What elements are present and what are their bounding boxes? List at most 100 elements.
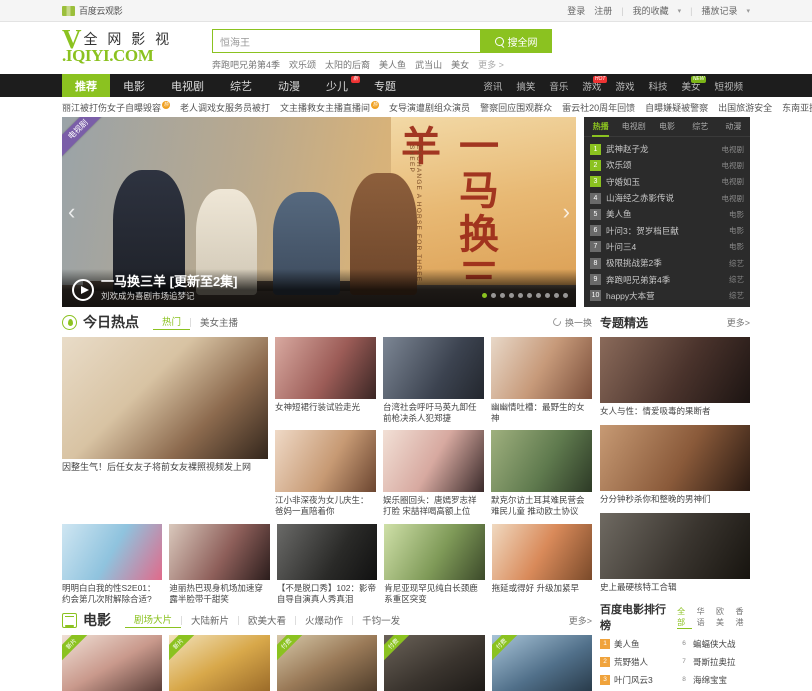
rank-item[interactable]: 2 欢乐颂 电视剧 [590,157,744,173]
baidu-rank-item[interactable]: 8 海绵宝宝 [679,671,750,689]
hero-dot[interactable] [527,293,532,298]
movie-poster-card[interactable]: 新片 [62,635,163,691]
movie-tab-action[interactable]: 火爆动作 [296,613,352,627]
rank-item[interactable]: 9 奔跑吧兄弟第4季 综艺 [590,271,744,287]
rank-item[interactable]: 1 武神赵子龙 电视剧 [590,141,744,157]
favorites-link[interactable]: 我的收藏 [633,4,669,17]
nav-item-tech[interactable]: 科技 [641,74,674,97]
hot-card[interactable]: 迪丽热巴现身机场加速穿 露半脸带千甜笑 [169,524,270,605]
brand-mini[interactable]: 百度云观影 [62,4,123,17]
hero-banner[interactable]: 一马换三羊 EXCHANGE A HORSE FOR THREE SHEEP 电… [62,117,576,307]
hero-dot[interactable] [482,293,487,298]
hero-dot[interactable] [536,293,541,298]
rank-tab-hot[interactable]: 热播 [584,117,617,137]
nav-item-shortvideo[interactable]: 短视频 [707,74,750,97]
movie-more[interactable]: 更多> [569,614,592,627]
baidu-tab-hk[interactable]: 香港 [736,606,750,629]
hotword[interactable]: 欢乐颂 [289,58,316,71]
rank-tab-anime[interactable]: 动漫 [717,117,750,136]
movie-tab-western[interactable]: 欧美大看 [239,613,295,627]
register-link[interactable]: 注册 [594,4,612,17]
topics-more[interactable]: 更多> [727,316,750,329]
history-link[interactable]: 播放记录 [701,4,737,17]
baidu-rank-item[interactable]: 1 美人鱼 [600,635,671,653]
hotword[interactable]: 美女 [451,58,469,71]
baidu-rank-item[interactable]: 2 荒野猎人 [600,653,671,671]
baidu-tab-all[interactable]: 全部 [677,606,692,629]
hotword[interactable]: 美人鱼 [379,58,406,71]
topic-card[interactable]: 分分钟秒杀你和整晚的男神们 [600,425,750,505]
nav-item-tv[interactable]: 电视剧 [158,74,217,97]
login-link[interactable]: 登录 [567,4,585,17]
hot-refresh[interactable]: 换一换 [551,316,592,329]
hot-featured-card[interactable]: 因整生气！后任女友子将前女友裸照视频发上网 [62,337,268,517]
hero-dot[interactable] [491,293,496,298]
movie-tab-thriller[interactable]: 千钧一发 [353,613,409,627]
baidu-rank-item[interactable]: 7 哥斯拉奥拉 [679,653,750,671]
hot-card[interactable]: 娱乐圈回头：唐嫣罗志祥打脸 宋喆祥喝高额上位 [383,430,484,517]
rank-item[interactable]: 10 happy大本营 综艺 [590,288,744,304]
hot-card[interactable]: 台湾社会呼吁马英九卸任前枪决杀人犯郑捷 [383,337,484,424]
hot-tab-popular[interactable]: 热门 [153,314,191,330]
baidu-tab-western[interactable]: 欧美 [716,606,730,629]
hero-pagination-dots[interactable] [482,293,568,298]
movie-tab-blockbuster[interactable]: 剧场大片 [125,612,182,628]
rank-item[interactable]: 8 极限挑战第2季 综艺 [590,255,744,271]
nav-item-kids[interactable]: 少儿 新 [313,74,361,97]
hero-dot[interactable] [518,293,523,298]
ticker-item[interactable]: 女导演遭剧组众演员 [389,101,470,114]
rank-item[interactable]: 7 叶问三4 电影 [590,239,744,255]
rank-tab-tv[interactable]: 电视剧 [617,117,650,136]
movie-poster-card[interactable]: 新片 [169,635,270,691]
hot-card[interactable]: 肯尼亚现罕见纯白长颈鹿 系重区突变 [384,524,485,605]
ticker-item[interactable]: 雷云社20周年回馈 [562,101,635,114]
search-input[interactable] [212,29,480,53]
rank-item[interactable]: 5 美人鱼 电影 [590,206,744,222]
hotword[interactable]: 太阳的后裔 [325,58,370,71]
hero-dot[interactable] [545,293,550,298]
hot-tab-anchors[interactable]: 美女主播 [191,315,247,329]
nav-item-beauty[interactable]: 美女 NEW [674,74,707,97]
nav-item-game-hot[interactable]: 游戏 HOT [575,74,608,97]
hero-next-arrow[interactable]: › [563,199,570,225]
hotword[interactable]: 武当山 [415,58,442,71]
nav-item-anime[interactable]: 动漫 [265,74,313,97]
nav-item-recommend[interactable]: 推荐 [62,74,110,97]
nav-item-funny[interactable]: 搞笑 [509,74,542,97]
nav-item-news[interactable]: 资讯 [476,74,509,97]
ticker-item[interactable]: 警察回应围观群众 [480,101,552,114]
hero-dot[interactable] [554,293,559,298]
hero-dot[interactable] [509,293,514,298]
movie-poster-card[interactable]: 付费 [491,635,593,691]
ticker-item[interactable]: 文主播救女主播直播间热 [280,100,380,114]
rank-item[interactable]: 4 山海经之赤影传说 电视剧 [590,190,744,206]
ticker-item[interactable]: 老人调戏女服务员被打 [180,101,270,114]
rank-tab-movie[interactable]: 电影 [650,117,683,136]
topic-card[interactable]: 女人与性：情爱吸毒的果断者 [600,337,750,417]
baidu-tab-chinese[interactable]: 华语 [697,606,711,629]
hot-card[interactable]: 【不是脱口秀】102：影帝自导自演真人秀真泪 [276,524,378,605]
rank-item[interactable]: 6 叶问3：贺岁档巨献 电影 [590,222,744,238]
hotwords-more-link[interactable]: 更多 > [478,58,504,71]
nav-item-topic[interactable]: 专题 [361,74,409,97]
hot-card[interactable]: 幽幽情吐槽：最野生的女神 [491,337,592,424]
movie-tab-mainland[interactable]: 大陆新片 [182,613,238,627]
movie-poster-card[interactable]: 付费 [276,635,378,691]
hero-dot[interactable] [563,293,568,298]
hero-dot[interactable] [500,293,505,298]
ticker-item[interactable]: 自曝嫌疑被警察 [645,101,708,114]
nav-item-movie[interactable]: 电影 [110,74,158,97]
ticker-item[interactable]: 丽江被打伤女子自曝毁容热 [62,100,171,114]
nav-item-variety[interactable]: 综艺 [217,74,265,97]
movie-poster-card[interactable]: 付费 [384,635,485,691]
hot-card[interactable]: 默克尔访土耳其难民营会 难民儿童 推动欧土协议 [491,430,592,517]
baidu-rank-item[interactable]: 3 叶门风云3 [600,671,671,689]
hot-card[interactable]: 江小非深夜为女儿庆生：爸妈一直陪着你 [275,430,376,517]
hotword[interactable]: 奔跑吧兄弟第4季 [212,58,280,71]
nav-item-music[interactable]: 音乐 [542,74,575,97]
hot-card[interactable]: 明明白白我的性S2E01：约会第几次附解除合适? [62,524,163,605]
ticker-item[interactable]: 出国旅游安全 [718,101,772,114]
baidu-rank-item[interactable]: 6 蝙蝠侠大战 [679,635,750,653]
nav-item-game[interactable]: 游戏 [608,74,641,97]
rank-tab-variety[interactable]: 综艺 [684,117,717,136]
